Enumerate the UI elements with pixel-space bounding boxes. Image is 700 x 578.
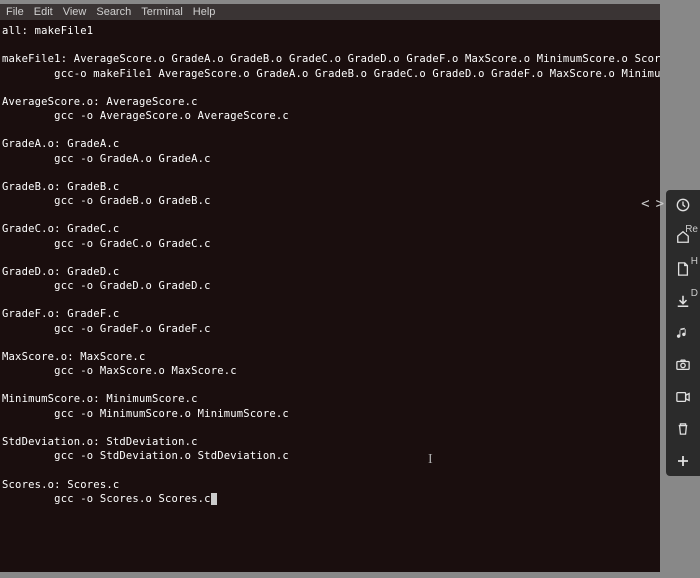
terminal-line: GradeD.o: GradeD.c [2, 265, 658, 279]
terminal-line [2, 463, 658, 477]
terminal-line: StdDeviation.o: StdDeviation.c [2, 435, 658, 449]
terminal-line: gcc -o GradeD.o GradeD.c [2, 279, 658, 293]
menubar: File Edit View Search Terminal Help [0, 4, 660, 20]
terminal-line: GradeB.o: GradeB.c [2, 180, 658, 194]
terminal-line: AverageScore.o: AverageScore.c [2, 95, 658, 109]
terminal-line [2, 251, 658, 265]
terminal-line [2, 208, 658, 222]
terminal-line: gcc -o MaxScore.o MaxScore.c [2, 364, 658, 378]
terminal-line: gcc -o GradeA.o GradeA.c [2, 152, 658, 166]
terminal-line: GradeF.o: GradeF.c [2, 307, 658, 321]
menu-search[interactable]: Search [96, 6, 131, 18]
terminal-cursor [211, 493, 217, 505]
terminal-line: Scores.o: Scores.c [2, 478, 658, 492]
terminal-line [2, 421, 658, 435]
terminal-line [2, 378, 658, 392]
text-cursor-icon: I [428, 452, 433, 468]
trash-icon[interactable] [673, 420, 693, 438]
plus-icon[interactable] [673, 452, 693, 470]
menu-file[interactable]: File [6, 6, 24, 18]
terminal-line: gcc -o StdDeviation.o StdDeviation.c [2, 449, 658, 463]
terminal-window: File Edit View Search Terminal Help all:… [0, 4, 660, 572]
clock-icon[interactable] [673, 196, 693, 214]
terminal-line: gcc -o MinimumScore.o MinimumScore.c [2, 407, 658, 421]
terminal-line [2, 336, 658, 350]
nav-forward-icon[interactable]: > [656, 196, 664, 212]
terminal-line: gcc -o GradeF.o GradeF.c [2, 322, 658, 336]
side-label-docs: D [691, 288, 698, 299]
terminal-line [2, 123, 658, 137]
terminal-line: MaxScore.o: MaxScore.c [2, 350, 658, 364]
menu-help[interactable]: Help [193, 6, 216, 18]
terminal-line [2, 38, 658, 52]
terminal-line: gcc-o makeFile1 AverageScore.o GradeA.o … [2, 67, 658, 81]
side-label-recent: Re [685, 224, 698, 235]
terminal-line: MinimumScore.o: MinimumScore.c [2, 392, 658, 406]
terminal-line [2, 166, 658, 180]
menu-edit[interactable]: Edit [34, 6, 53, 18]
nav-back-icon[interactable]: < [641, 196, 649, 212]
terminal-line: all: makeFile1 [2, 24, 658, 38]
terminal-line: GradeA.o: GradeA.c [2, 137, 658, 151]
terminal-line: GradeC.o: GradeC.c [2, 222, 658, 236]
menu-terminal[interactable]: Terminal [141, 6, 183, 18]
terminal-line: gcc -o GradeB.o GradeB.c [2, 194, 658, 208]
terminal-content[interactable]: all: makeFile1 makeFile1: AverageScore.o… [0, 20, 660, 510]
music-icon[interactable] [673, 324, 693, 342]
camera-icon[interactable] [673, 356, 693, 374]
terminal-line: makeFile1: AverageScore.o GradeA.o Grade… [2, 52, 658, 66]
side-nav-arrows: < > [641, 196, 664, 212]
terminal-line: gcc -o AverageScore.o AverageScore.c [2, 109, 658, 123]
terminal-line [2, 81, 658, 95]
terminal-line: gcc -o Scores.o Scores.c [2, 492, 658, 506]
terminal-line: gcc -o GradeC.o GradeC.c [2, 237, 658, 251]
terminal-line [2, 293, 658, 307]
video-icon[interactable] [673, 388, 693, 406]
side-label-home: H [691, 256, 698, 267]
menu-view[interactable]: View [63, 6, 87, 18]
